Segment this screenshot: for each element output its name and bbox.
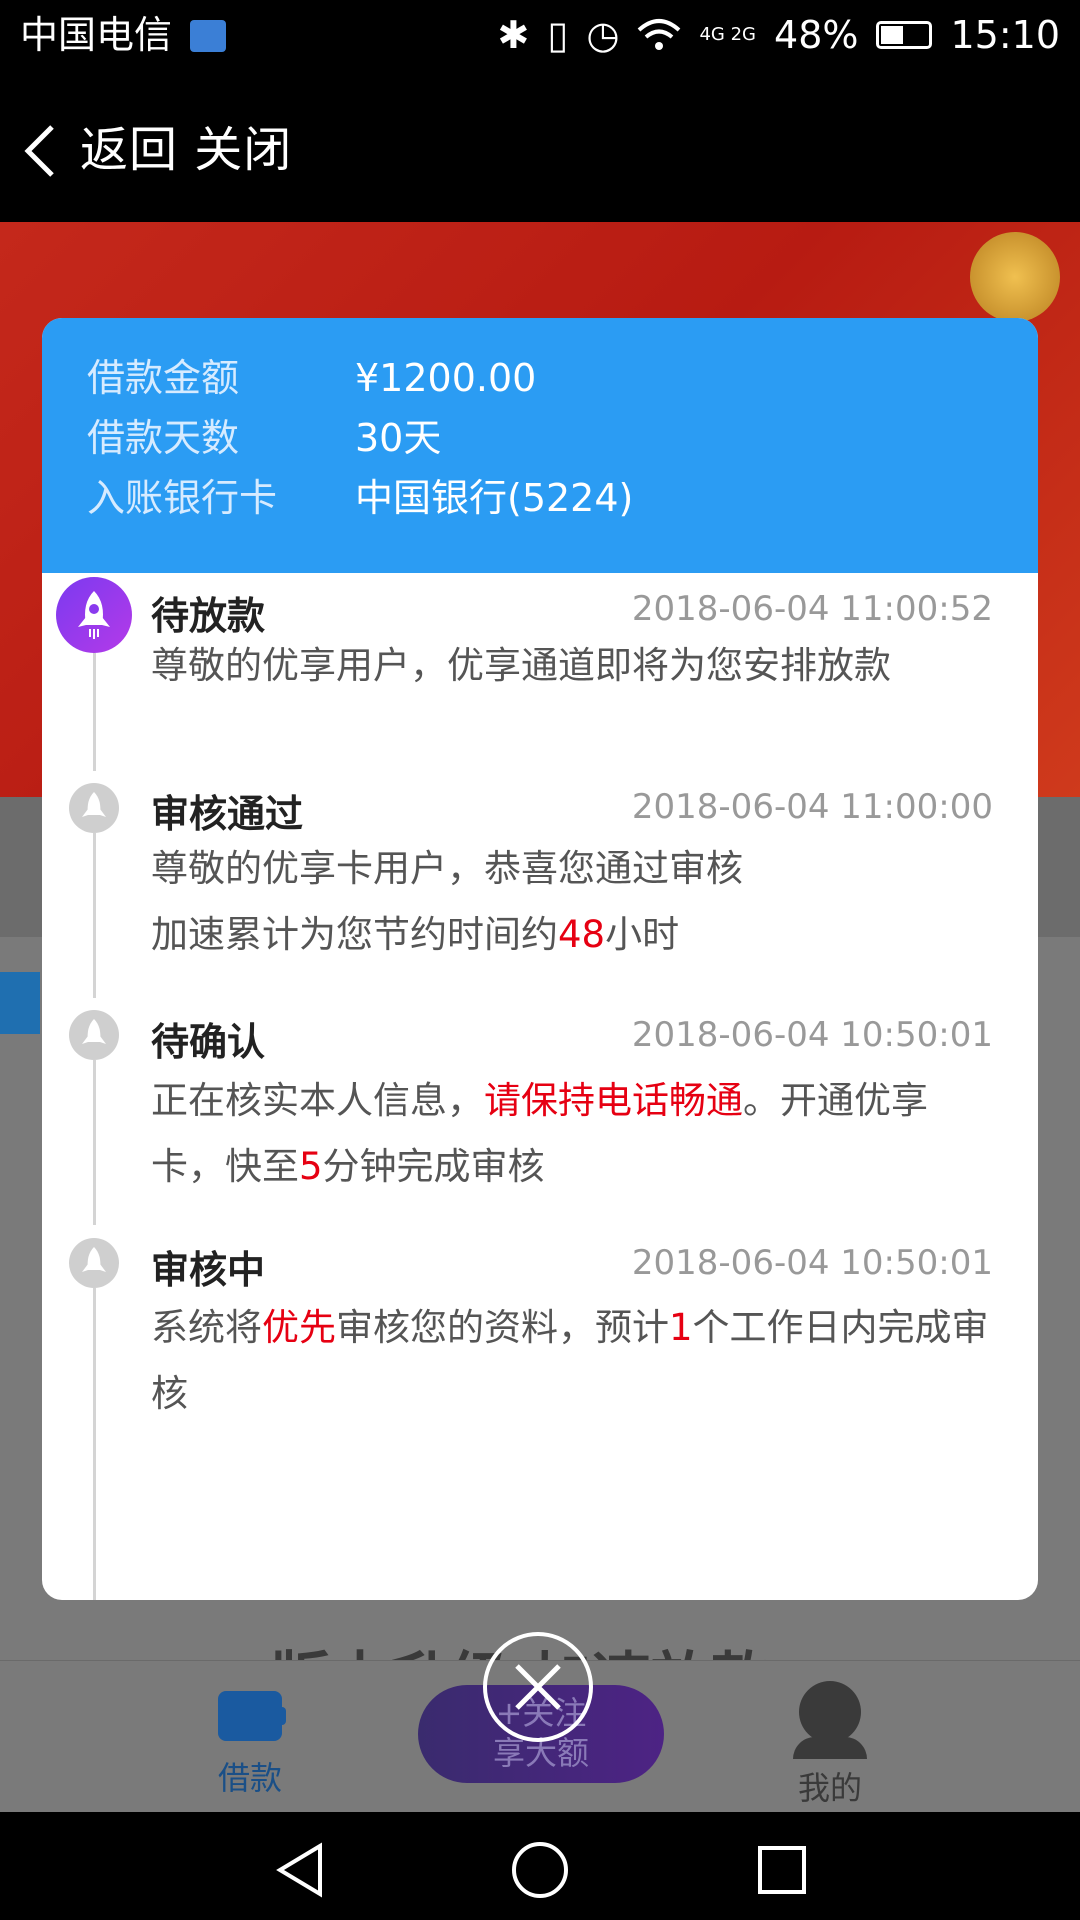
summary-key: 入账银行卡 bbox=[87, 476, 278, 520]
step-description: 尊敬的优享卡用户，恭喜您通过审核 加速累计为您节约时间约48小时 bbox=[151, 836, 1001, 968]
step-desc-text: 小时 bbox=[605, 913, 680, 956]
wifi-icon bbox=[638, 19, 681, 50]
rocket-icon bbox=[69, 1010, 119, 1060]
highlight-text: 48 bbox=[558, 913, 606, 956]
step-time: 2018-06-04 11:00:00 bbox=[631, 787, 993, 827]
rocket-icon bbox=[69, 1238, 119, 1288]
side-tab bbox=[0, 972, 40, 1034]
step-description: 系统将优先审核您的资料，预计1个工作日内完成审核 bbox=[151, 1295, 1001, 1427]
network-label: 4G 2G bbox=[699, 24, 757, 45]
back-triangle-icon[interactable] bbox=[270, 1840, 330, 1900]
summary-key: 借款金额 bbox=[87, 356, 240, 400]
nav-mine[interactable]: 我的 bbox=[780, 1681, 880, 1809]
timeline-connector bbox=[93, 1288, 96, 1600]
timeline-connector bbox=[93, 1060, 96, 1225]
summary-value: ¥1200.00 bbox=[355, 356, 537, 400]
nav-loan-label: 借款 bbox=[217, 1759, 282, 1797]
recents-square-icon[interactable] bbox=[752, 1840, 812, 1900]
carrier-label: 中国电信 bbox=[20, 13, 173, 57]
step-time: 2018-06-04 10:50:01 bbox=[631, 1243, 993, 1283]
home-circle-icon[interactable] bbox=[510, 1840, 570, 1900]
highlight-text: 请保持电话畅通 bbox=[484, 1079, 743, 1122]
system-nav-bar bbox=[0, 1812, 1080, 1920]
nav-loan[interactable]: 借款 bbox=[200, 1681, 300, 1799]
profile-icon bbox=[793, 1681, 867, 1759]
step-title: 待确认 bbox=[151, 1020, 266, 1064]
status-bar: 中国电信 ✱ ▯ ◷ 4G 2G 48% 15:10 bbox=[0, 0, 1080, 75]
loan-summary: 借款金额 ¥1200.00 借款天数 30天 入账银行卡 中国银行(5224) bbox=[42, 318, 1038, 573]
timeline-connector bbox=[93, 653, 96, 771]
app-header: 返回 关闭 bbox=[0, 75, 1080, 222]
step-desc-text: 系统将 bbox=[151, 1306, 262, 1349]
step-title: 审核通过 bbox=[151, 792, 304, 836]
summary-row-amount: 借款金额 ¥1200.00 bbox=[42, 348, 1038, 408]
back-chevron-icon[interactable] bbox=[22, 123, 58, 179]
summary-row-bankcard: 入账银行卡 中国银行(5224) bbox=[42, 468, 1038, 528]
progress-timeline: 待放款 2018-06-04 11:00:52 尊敬的优享用户，优享通道即将为您… bbox=[42, 573, 1038, 1600]
step-desc-text: 审核您的资料，预计 bbox=[336, 1306, 669, 1349]
vibrate-icon: ▯ bbox=[547, 13, 569, 57]
back-button[interactable]: 返回 bbox=[80, 122, 178, 178]
step-desc-text: 分钟完成审核 bbox=[322, 1145, 545, 1188]
step-desc-text: 正在核实本人信息， bbox=[151, 1079, 484, 1122]
step-description: 正在核实本人信息，请保持电话畅通。开通优享卡，快至5分钟完成审核 bbox=[151, 1068, 1001, 1200]
summary-row-days: 借款天数 30天 bbox=[42, 408, 1038, 468]
summary-key: 借款天数 bbox=[87, 416, 240, 460]
timeline-connector bbox=[93, 833, 96, 998]
step-description: 尊敬的优享用户，优享通道即将为您安排放款 bbox=[151, 633, 1001, 699]
rocket-icon bbox=[56, 577, 132, 653]
highlight-text: 1 bbox=[669, 1306, 693, 1349]
summary-value: 中国银行(5224) bbox=[355, 476, 634, 520]
coin-icon bbox=[970, 232, 1060, 322]
wallet-icon bbox=[218, 1691, 286, 1741]
close-dialog-button[interactable] bbox=[483, 1632, 593, 1742]
step-desc-text: 尊敬的优享用户，优享通道即将为您安排放款 bbox=[151, 644, 891, 687]
step-title: 审核中 bbox=[151, 1248, 266, 1292]
clock: 15:10 bbox=[950, 13, 1060, 57]
health-app-icon bbox=[190, 20, 226, 52]
close-page-button[interactable]: 关闭 bbox=[194, 122, 292, 178]
step-time: 2018-06-04 10:50:01 bbox=[631, 1015, 993, 1055]
battery-icon bbox=[876, 21, 933, 49]
close-icon bbox=[515, 1664, 561, 1710]
bluetooth-icon: ✱ bbox=[497, 13, 530, 57]
step-title: 待放款 bbox=[151, 594, 266, 638]
rocket-icon bbox=[69, 783, 119, 833]
step-desc-text: 加速累计为您节约时间约 bbox=[151, 913, 558, 956]
highlight-text: 5 bbox=[299, 1145, 323, 1188]
nav-mine-label: 我的 bbox=[797, 1769, 862, 1807]
summary-value: 30天 bbox=[355, 416, 442, 460]
step-time: 2018-06-04 11:00:52 bbox=[631, 589, 993, 629]
battery-percent: 48% bbox=[774, 13, 859, 57]
alarm-icon: ◷ bbox=[586, 13, 620, 57]
loan-progress-dialog: 借款金额 ¥1200.00 借款天数 30天 入账银行卡 中国银行(5224) … bbox=[42, 318, 1038, 1600]
highlight-text: 优先 bbox=[262, 1306, 336, 1349]
step-desc-line: 加速累计为您节约时间约48小时 bbox=[151, 902, 1001, 968]
step-desc-line: 尊敬的优享卡用户，恭喜您通过审核 bbox=[151, 847, 743, 890]
